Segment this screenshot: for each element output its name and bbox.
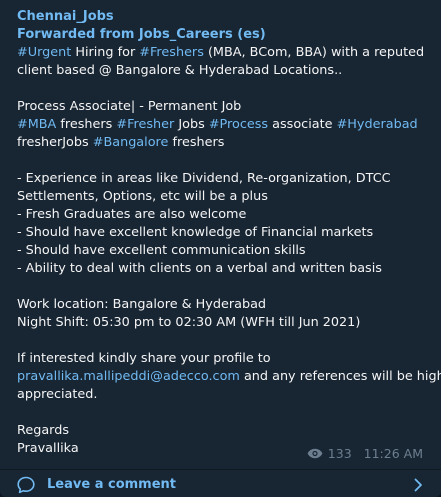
text-line: pravallika.mallipeddi@adecco.com and any… — [17, 368, 441, 386]
text-line: fresherJobs #Bangalore freshers — [17, 134, 429, 152]
text: and any references will be highly — [239, 369, 441, 384]
text-line: - Experience in areas like Dividend, Re-… — [17, 171, 391, 186]
text-line: - Should have excellent communication sk… — [17, 243, 306, 258]
hashtag[interactable]: #Process — [209, 117, 268, 132]
view-count: 133 — [327, 446, 352, 461]
message-bubble: Chennai_Jobs Forwarded from Jobs_Careers… — [0, 0, 441, 497]
comment-icon — [17, 476, 35, 494]
leave-comment-button[interactable]: Leave a comment — [0, 470, 441, 497]
hashtag[interactable]: #Hyderabad — [337, 117, 418, 132]
hashtag[interactable]: #Fresher — [116, 117, 174, 132]
forwarded-from[interactable]: Forwarded from Jobs_Careers (es) — [17, 26, 429, 44]
text-line: Regards — [17, 423, 69, 438]
text-line: Work location: Bangalore & Hyderabad — [17, 297, 267, 312]
text: Jobs — [174, 117, 209, 132]
text-line: client based @ Bangalore & Hyderabad Loc… — [17, 63, 343, 78]
text: Hiring for — [71, 45, 140, 60]
text-line: Process Associate| - Permanent Job — [17, 99, 242, 114]
hashtag[interactable]: #Bangalore — [93, 135, 169, 150]
message-meta: 133 11:26 AM — [307, 446, 423, 461]
text-line: Settlements, Options, etc will be a plus — [17, 189, 268, 204]
email-link[interactable]: pravallika.mallipeddi@adecco.com — [17, 369, 240, 384]
chevron-right-icon — [414, 478, 422, 492]
text-line: appreciated. — [17, 387, 98, 402]
channel-name[interactable]: Chennai_Jobs — [17, 8, 429, 26]
text-line: #Urgent Hiring for #Freshers (MBA, BCom,… — [17, 44, 429, 62]
text-line: If interested kindly share your profile … — [17, 351, 271, 366]
text: fresherJobs — [17, 135, 93, 150]
eye-icon — [307, 448, 323, 459]
text: associate — [268, 117, 337, 132]
message-content: Chennai_Jobs Forwarded from Jobs_Careers… — [17, 8, 441, 458]
text-line: - Fresh Graduates are also welcome — [17, 207, 247, 222]
hashtag[interactable]: #Urgent — [17, 45, 71, 60]
hashtag[interactable]: #Freshers — [139, 45, 204, 60]
text: (MBA, BCom, BBA) with a reputed — [203, 45, 425, 60]
text-line: - Ability to deal with clients on a verb… — [17, 261, 382, 276]
text: freshers — [56, 117, 117, 132]
text-line: #MBA freshers #Fresher Jobs #Process ass… — [17, 116, 429, 134]
leave-comment-label: Leave a comment — [47, 477, 177, 492]
text: freshers — [168, 135, 225, 150]
text-line: Night Shift: 05:30 pm to 02:30 AM (WFH t… — [17, 315, 361, 330]
message-time: 11:26 AM — [363, 446, 423, 461]
hashtag[interactable]: #MBA — [17, 117, 56, 132]
text-line: - Should have excellent knowledge of Fin… — [17, 225, 374, 240]
